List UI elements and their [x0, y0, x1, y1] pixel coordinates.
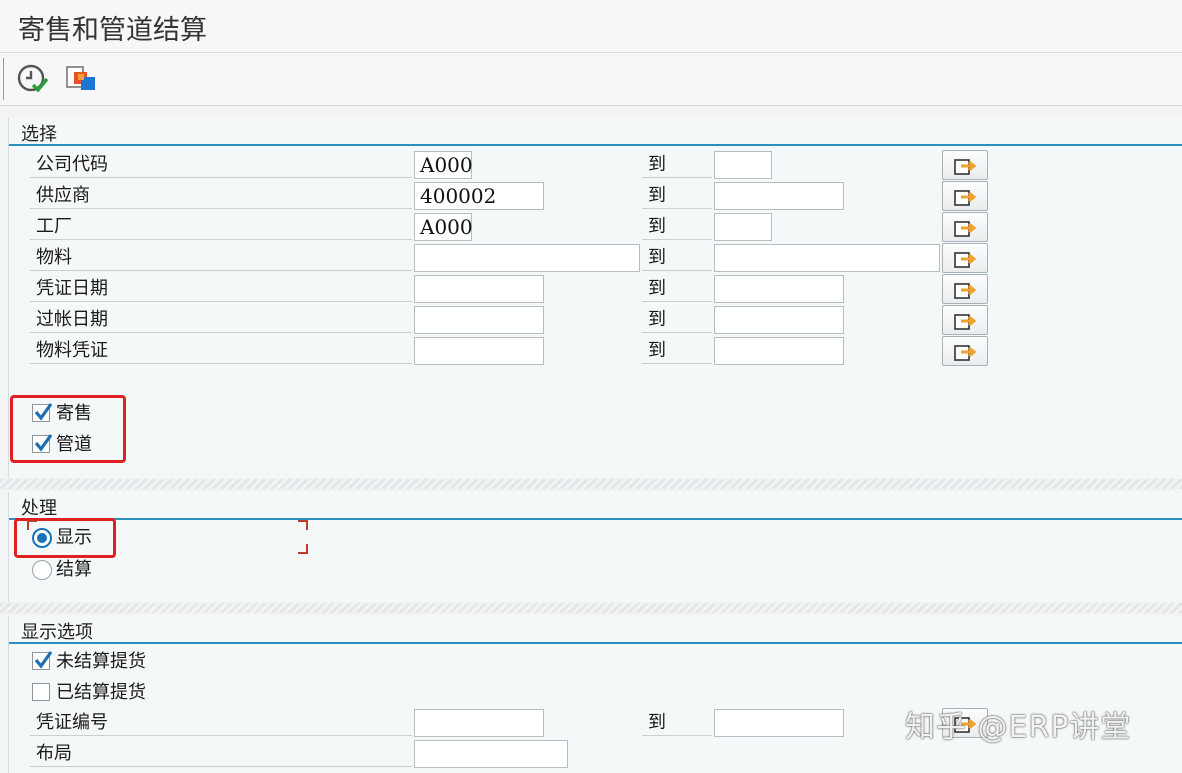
company-code-to-label: 到	[642, 152, 712, 178]
document-number-to-label: 到	[642, 710, 712, 736]
open-deliveries-checkbox[interactable]: 未结算提货	[32, 649, 172, 675]
processing-group-divider	[9, 518, 1182, 520]
consignment-checkbox-label: 寄售	[56, 403, 92, 424]
material-document-multiple-selection-button[interactable]	[942, 336, 988, 366]
settle-radio-label: 结算	[56, 559, 92, 580]
processing-group-title: 处理	[21, 498, 57, 519]
material-document-label: 物料凭证	[30, 338, 412, 364]
company-code-multiple-selection-button[interactable]	[942, 150, 988, 180]
company-code-from-input[interactable]: A000	[414, 151, 473, 179]
posting-date-to-input[interactable]	[714, 306, 844, 334]
material-document-from-input[interactable]	[414, 337, 544, 365]
material-document-to-input[interactable]	[714, 337, 844, 365]
pipeline-checkbox[interactable]: 管道	[32, 432, 122, 458]
focus-corner	[298, 544, 308, 554]
section-separator	[0, 603, 1182, 613]
material-document-to-label: 到	[642, 338, 712, 364]
document-date-label: 凭证日期	[30, 276, 412, 302]
settle-radio[interactable]: 结算	[32, 557, 122, 583]
check-icon	[34, 651, 53, 669]
checkbox-box	[32, 434, 53, 453]
plant-to-input[interactable]	[714, 213, 772, 241]
display-options-group-title: 显示选项	[21, 622, 93, 643]
section-separator	[0, 479, 1182, 489]
focus-corner	[298, 520, 308, 530]
checkbox-box	[32, 683, 50, 701]
execute-clock-check-icon	[17, 64, 49, 93]
consignment-checkbox[interactable]: 寄售	[32, 401, 122, 427]
selection-group-divider	[9, 144, 1182, 146]
multiple-selection-arrow-icon	[954, 221, 977, 237]
execute-button[interactable]	[16, 62, 50, 96]
document-date-multiple-selection-button[interactable]	[942, 274, 988, 304]
application-toolbar	[0, 53, 1182, 106]
vendor-multiple-selection-button[interactable]	[942, 181, 988, 211]
multiple-selection-arrow-icon	[954, 314, 977, 330]
display-radio-label: 显示	[56, 527, 92, 548]
plant-label: 工厂	[30, 214, 412, 240]
multiple-selection-arrow-icon	[954, 159, 977, 175]
company-code-label: 公司代码	[30, 152, 412, 178]
vendor-from-input[interactable]: 400002	[414, 182, 544, 210]
vendor-label: 供应商	[30, 183, 412, 209]
display-options-group-divider	[9, 642, 1182, 644]
posting-date-to-label: 到	[642, 307, 712, 333]
plant-multiple-selection-button[interactable]	[942, 212, 988, 242]
vendor-to-label: 到	[642, 183, 712, 209]
checkbox-box	[32, 403, 53, 422]
material-to-label: 到	[642, 245, 712, 271]
multiple-selection-arrow-icon	[954, 190, 977, 206]
pipeline-checkbox-label: 管道	[56, 434, 92, 455]
material-to-input[interactable]	[714, 244, 940, 272]
plant-to-label: 到	[642, 214, 712, 240]
posting-date-label: 过帐日期	[30, 307, 412, 333]
document-date-from-input[interactable]	[414, 275, 544, 303]
processing-group: 处理	[8, 492, 1182, 602]
selection-group-title: 选择	[21, 124, 57, 145]
document-date-to-input[interactable]	[714, 275, 844, 303]
multiple-selection-arrow-icon	[954, 252, 977, 268]
material-multiple-selection-button[interactable]	[942, 243, 988, 273]
document-date-to-label: 到	[642, 276, 712, 302]
display-radio[interactable]: 显示	[32, 525, 122, 551]
settled-deliveries-checkbox[interactable]: 已结算提货	[32, 680, 172, 706]
focus-corner	[27, 520, 37, 530]
layout-input[interactable]	[414, 740, 568, 768]
check-icon	[34, 434, 53, 452]
open-deliveries-label: 未结算提货	[56, 651, 146, 672]
copy-variant-icon	[66, 66, 95, 90]
check-icon	[34, 403, 53, 421]
company-code-to-input[interactable]	[714, 151, 772, 179]
title-bar: 寄售和管道结算	[0, 0, 1182, 53]
get-variant-button[interactable]	[64, 62, 98, 96]
material-from-input[interactable]	[414, 244, 640, 272]
material-label: 物料	[30, 245, 412, 271]
posting-date-from-input[interactable]	[414, 306, 544, 334]
window-title: 寄售和管道结算	[18, 15, 207, 46]
multiple-selection-arrow-icon	[954, 283, 977, 299]
settled-deliveries-label: 已结算提货	[56, 682, 146, 703]
plant-from-input[interactable]: A000	[414, 213, 473, 241]
checkbox-box	[32, 651, 53, 670]
document-number-label: 凭证编号	[30, 710, 412, 736]
layout-label: 布局	[30, 741, 412, 767]
posting-date-multiple-selection-button[interactable]	[942, 305, 988, 335]
radio-circle	[32, 560, 52, 580]
watermark-text: 知乎 @ERP讲堂	[905, 710, 1132, 745]
radio-circle-selected	[32, 528, 52, 548]
multiple-selection-arrow-icon	[954, 345, 977, 361]
document-number-to-input[interactable]	[714, 709, 844, 737]
document-number-from-input[interactable]	[414, 709, 544, 737]
toolbar-separator	[3, 58, 4, 100]
vendor-to-input[interactable]	[714, 182, 844, 210]
